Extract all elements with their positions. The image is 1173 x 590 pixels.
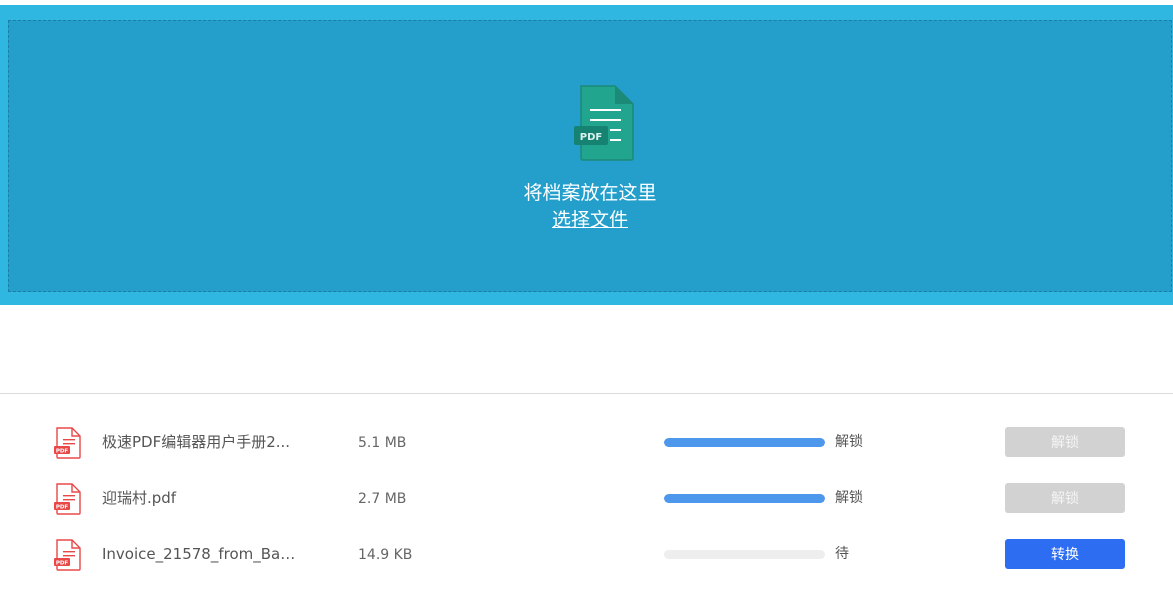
- status-text: 待: [835, 546, 849, 562]
- choose-file-link[interactable]: 选择文件: [552, 209, 628, 231]
- pdf-file-icon: PDF: [54, 483, 81, 515]
- file-size: 14.9 KB: [358, 547, 413, 563]
- file-name: Invoice_21578_from_Bay_...: [102, 545, 302, 563]
- drop-zone[interactable]: PDF 将档案放在这里 选择文件: [8, 20, 1172, 292]
- pdf-file-icon: PDF: [54, 539, 81, 571]
- svg-text:PDF: PDF: [56, 505, 69, 511]
- pdf-badge-text: PDF: [580, 132, 602, 143]
- pdf-file-icon: PDF: [54, 427, 81, 459]
- progress-bar: [664, 550, 825, 559]
- progress-fill: [664, 438, 825, 447]
- divider: [0, 393, 1173, 394]
- file-name: 极速PDF编辑器用户手册2...: [102, 433, 291, 451]
- status-text: 解锁: [835, 434, 863, 450]
- file-row: PDF 极速PDF编辑器用户手册2... 5.1 MB 解锁 解锁: [0, 422, 1173, 462]
- progress-bar: [664, 438, 825, 447]
- file-row: PDF 迎瑞村.pdf 2.7 MB 解锁 解锁: [0, 478, 1173, 518]
- unlock-button[interactable]: 解锁: [1005, 483, 1125, 513]
- progress-bar: [664, 494, 825, 503]
- status-text: 解锁: [835, 490, 863, 506]
- drop-title: 将档案放在这里: [523, 182, 657, 204]
- progress-fill: [664, 494, 825, 503]
- file-name: 迎瑞村.pdf: [102, 489, 177, 507]
- file-size: 5.1 MB: [358, 435, 407, 451]
- unlock-button[interactable]: 解锁: [1005, 427, 1125, 457]
- file-row: PDF Invoice_21578_from_Bay_... 14.9 KB 待 转换: [0, 534, 1173, 574]
- svg-text:PDF: PDF: [56, 561, 69, 567]
- svg-text:PDF: PDF: [56, 449, 69, 455]
- convert-button[interactable]: 转换: [1005, 539, 1125, 569]
- file-size: 2.7 MB: [358, 491, 407, 507]
- upload-area: PDF 将档案放在这里 选择文件: [0, 5, 1173, 305]
- pdf-file-icon: PDF: [574, 85, 634, 161]
